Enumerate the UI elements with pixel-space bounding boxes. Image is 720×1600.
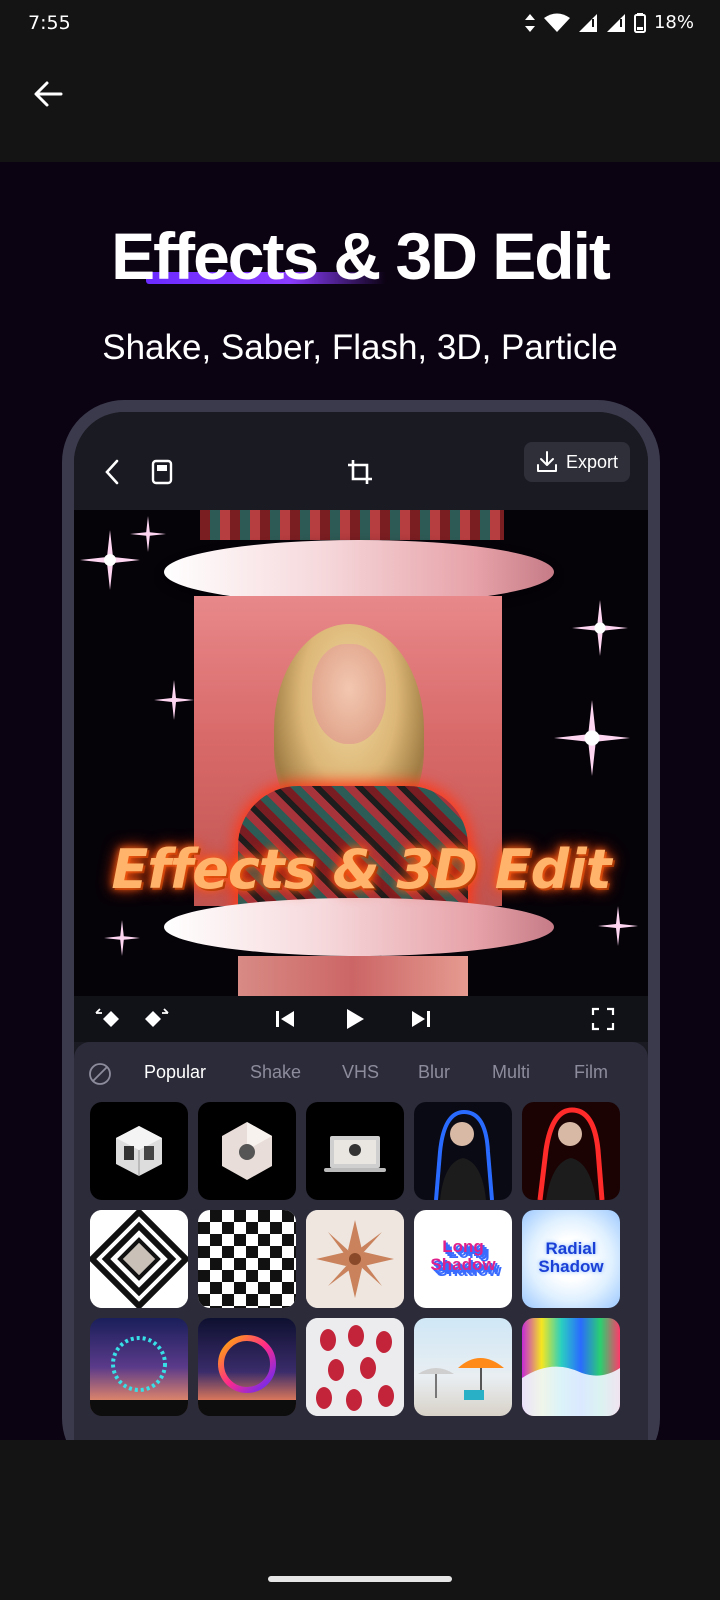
editor-back-button[interactable]	[92, 452, 132, 492]
skip-back-button[interactable]	[270, 1004, 300, 1034]
keyframe-prev-icon	[95, 1008, 119, 1027]
tab-shake[interactable]: Shake	[250, 1062, 301, 1083]
sparkle-icon	[554, 700, 630, 776]
status-time: 7:55	[28, 12, 71, 34]
laptop-preview	[324, 1136, 386, 1172]
effect-tile-polyhedron-3d[interactable]	[198, 1102, 296, 1200]
tab-popular[interactable]: Popular	[144, 1062, 206, 1083]
color-bars-preview	[522, 1366, 620, 1416]
particle-ring-cyan-preview	[90, 1336, 188, 1416]
effect-tile-particle-ring-cyan[interactable]	[90, 1318, 188, 1416]
status-icons: 18%	[524, 12, 694, 33]
cube-preview	[116, 1126, 162, 1176]
notebook-icon	[151, 459, 173, 485]
promo-headline: Effects & 3D Edit	[111, 219, 611, 293]
person-face	[312, 644, 386, 744]
export-button[interactable]: Export	[523, 442, 630, 482]
long-shadow-label: Long Shadow	[430, 1237, 496, 1274]
skip-back-icon	[276, 1011, 294, 1027]
effect-tile-color-bars-glitch[interactable]	[522, 1318, 620, 1416]
signal-icon	[578, 13, 597, 32]
gesture-handle[interactable]	[268, 1576, 452, 1582]
editor-screen: Export Effects & 3D Edit Popular Shake V…	[74, 412, 648, 1440]
app-bar	[0, 50, 720, 162]
battery-percent: 18%	[653, 12, 694, 33]
effect-tile-checkerboard[interactable]	[198, 1210, 296, 1308]
fullscreen-button[interactable]	[588, 1004, 618, 1034]
effect-tile-radial-shadow[interactable]: Radial Shadow	[522, 1210, 620, 1308]
tab-vhs[interactable]: VHS	[342, 1062, 379, 1083]
effect-tile-blue-neon-outline[interactable]	[414, 1102, 512, 1200]
effect-tile-laptop-screen[interactable]	[306, 1102, 404, 1200]
skip-forward-button[interactable]	[406, 1004, 436, 1034]
keyframe-next-icon	[145, 1008, 169, 1027]
promo-banner: Effects & 3D Edit Shake, Saber, Flash, 3…	[0, 162, 720, 1440]
sparkle-icon	[572, 600, 628, 656]
video-preview[interactable]: Effects & 3D Edit	[74, 510, 648, 996]
neon-blue-preview	[434, 1109, 494, 1200]
export-label: Export	[565, 451, 618, 472]
neon-red-preview	[537, 1107, 605, 1200]
wifi-icon	[543, 13, 570, 32]
sparkle-icon	[598, 906, 638, 946]
data-arrows-icon	[524, 13, 535, 32]
phone-mockup: Export Effects & 3D Edit Popular Shake V…	[62, 400, 660, 1440]
radial-shadow-label: Radial Shadow	[538, 1239, 604, 1276]
skip-forward-icon	[412, 1011, 430, 1027]
tulips-preview	[306, 1318, 404, 1416]
chevron-left-icon	[105, 459, 119, 485]
tab-blur[interactable]: Blur	[418, 1062, 450, 1083]
next-keyframe-button[interactable]	[140, 1004, 170, 1034]
effect-tile-long-shadow[interactable]: Long Shadow	[414, 1210, 512, 1308]
effect-tile-beach-umbrellas[interactable]	[414, 1318, 512, 1416]
crop-icon	[348, 460, 372, 484]
arrow-left-icon	[34, 81, 63, 107]
no-effect-icon	[89, 1063, 111, 1085]
play-icon	[347, 1009, 364, 1029]
effect-tile-cube-3d[interactable]	[90, 1102, 188, 1200]
promo-subhead: Shake, Saber, Flash, 3D, Particle	[102, 328, 618, 367]
kaleidoscope-preview	[306, 1210, 404, 1308]
fullscreen-icon	[591, 1007, 615, 1031]
battery-icon	[633, 12, 646, 33]
editor-toolbar: Export	[74, 412, 648, 510]
preview-top-strip	[200, 510, 504, 540]
play-button[interactable]	[340, 1004, 370, 1034]
sparkle-icon	[104, 920, 140, 956]
notebook-button[interactable]	[142, 452, 182, 492]
sparkle-icon	[130, 516, 166, 552]
crop-button[interactable]	[340, 452, 380, 492]
polyhedron-preview	[222, 1122, 272, 1180]
effect-tile-red-glow-outline[interactable]	[522, 1102, 620, 1200]
navigation-bar	[0, 1440, 720, 1600]
tab-film[interactable]: Film	[574, 1062, 608, 1083]
no-effect-button[interactable]	[88, 1062, 112, 1086]
effect-tile-tulips-multi[interactable]	[306, 1318, 404, 1416]
diamond-preview	[90, 1210, 188, 1308]
download-icon	[536, 451, 557, 472]
signal-icon	[606, 13, 625, 32]
cylinder-top	[164, 540, 554, 604]
prev-keyframe-button[interactable]	[94, 1004, 124, 1034]
status-bar: 7:55 18%	[0, 0, 720, 50]
preview-bottom-strip	[238, 956, 468, 996]
cylinder-bottom	[164, 898, 554, 956]
sparkle-icon	[154, 680, 194, 720]
particle-ring-gradient-preview	[198, 1335, 296, 1416]
beach-umbrellas-preview	[418, 1358, 504, 1400]
effect-tile-diamond-mirror[interactable]	[90, 1210, 188, 1308]
effect-tile-particle-ring-gradient[interactable]	[198, 1318, 296, 1416]
preview-overlay-text: Effects & 3D Edit	[111, 838, 611, 901]
transport-controls	[74, 996, 648, 1042]
back-button[interactable]	[24, 70, 72, 118]
effect-tile-kaleidoscope[interactable]	[306, 1210, 404, 1308]
tab-multi[interactable]: Multi	[492, 1062, 530, 1083]
checkerboard-preview	[198, 1210, 296, 1308]
effect-category-tabs: Popular Shake VHS Blur Multi Film	[74, 1052, 648, 1096]
effects-panel: Popular Shake VHS Blur Multi Film Long S…	[74, 1042, 648, 1440]
